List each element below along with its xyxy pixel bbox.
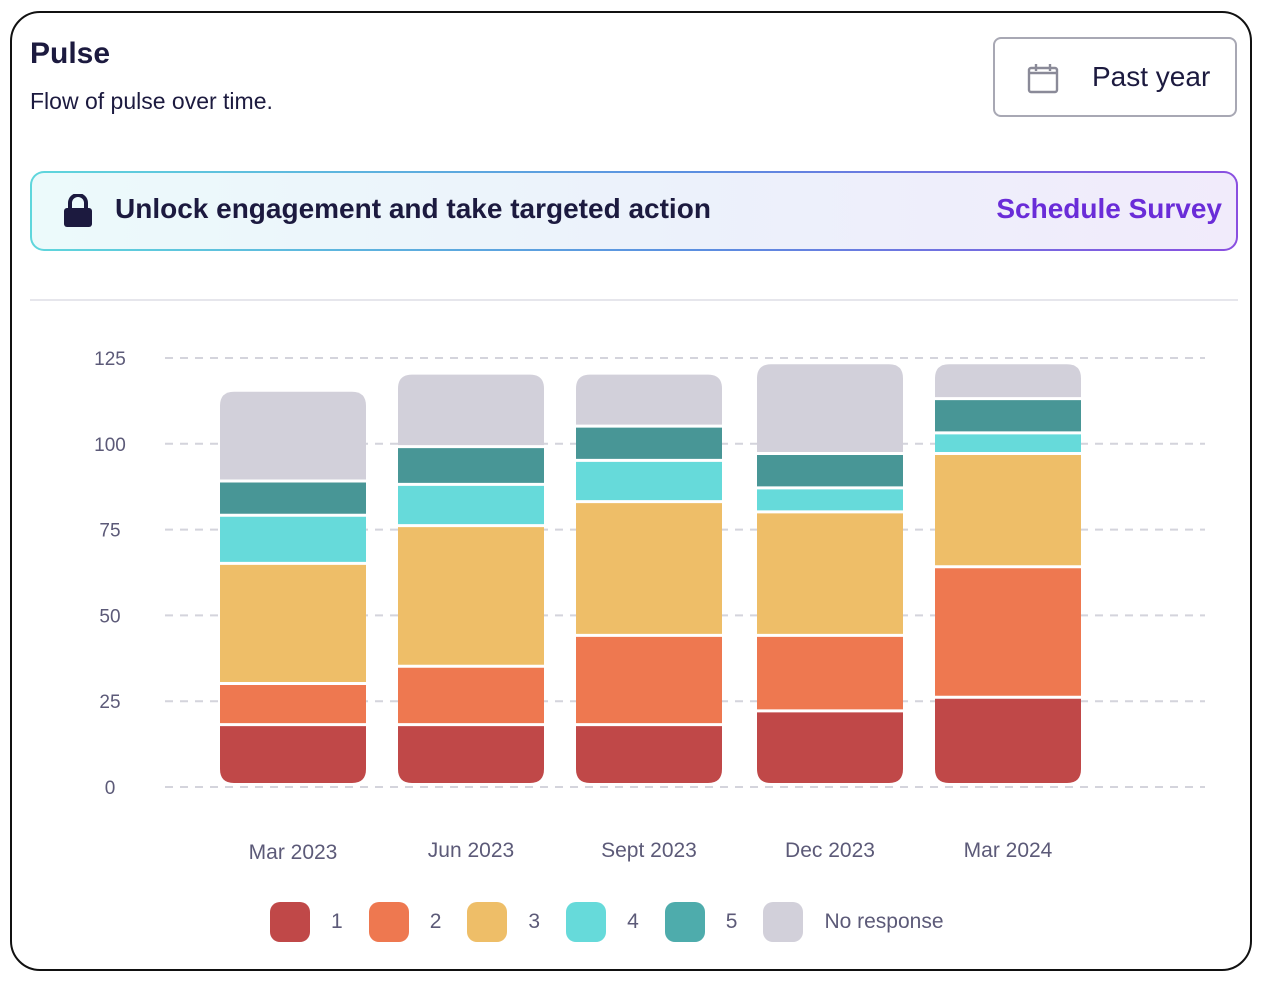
legend-label: 5 bbox=[726, 910, 738, 934]
bar-segment-2[interactable] bbox=[576, 637, 722, 723]
bar-segment-5[interactable] bbox=[220, 482, 366, 513]
y-tick-label: 125 bbox=[94, 349, 126, 370]
bar-segment-1[interactable] bbox=[220, 726, 366, 783]
bar-segment-5[interactable] bbox=[935, 400, 1081, 431]
bar-segment-4[interactable] bbox=[935, 434, 1081, 452]
bar-segment-3[interactable] bbox=[220, 565, 366, 682]
bar-segment-2[interactable] bbox=[220, 685, 366, 723]
bar-segment-2[interactable] bbox=[757, 637, 903, 710]
stacked-bar-chart: 0 25 50 75 100 125 Mar 2023 Jun 2023 Sept 2023 De… bbox=[0, 0, 1268, 900]
legend-item[interactable]: 2 bbox=[369, 902, 442, 942]
legend-label: No response bbox=[824, 910, 943, 934]
bar-stack[interactable] bbox=[398, 375, 544, 783]
bar-segment-3[interactable] bbox=[757, 513, 903, 634]
bar-segment-no-response[interactable] bbox=[757, 364, 903, 452]
legend-swatch bbox=[566, 902, 606, 942]
bar-stack[interactable] bbox=[220, 392, 366, 783]
legend-label: 2 bbox=[430, 910, 442, 934]
y-tick-label: 50 bbox=[99, 606, 120, 627]
chart-legend: 1 2 3 4 5 No response bbox=[270, 902, 970, 942]
bar-segment-2[interactable] bbox=[398, 668, 544, 723]
bar-stack[interactable] bbox=[576, 375, 722, 783]
legend-label: 3 bbox=[528, 910, 540, 934]
bar-segment-5[interactable] bbox=[576, 428, 722, 459]
y-tick-label: 25 bbox=[99, 692, 120, 713]
legend-label: 4 bbox=[627, 910, 639, 934]
bar-segment-4[interactable] bbox=[576, 462, 722, 500]
bar-segment-1[interactable] bbox=[757, 712, 903, 783]
y-tick-label: 75 bbox=[99, 521, 120, 542]
legend-item[interactable]: 4 bbox=[566, 902, 639, 942]
bar-segment-2[interactable] bbox=[935, 568, 1081, 695]
bar-segment-3[interactable] bbox=[935, 455, 1081, 565]
y-tick-label: 0 bbox=[105, 778, 116, 799]
bar-segment-no-response[interactable] bbox=[576, 375, 722, 425]
bar-stack[interactable] bbox=[757, 364, 903, 783]
bar-segment-1[interactable] bbox=[576, 726, 722, 783]
bar-segment-no-response[interactable] bbox=[220, 392, 366, 480]
bar-segment-1[interactable] bbox=[398, 726, 544, 783]
legend-item[interactable]: 3 bbox=[467, 902, 540, 942]
bar-segment-5[interactable] bbox=[398, 448, 544, 483]
x-tick-label: Jun 2023 bbox=[428, 839, 514, 862]
bar-stack[interactable] bbox=[935, 364, 1081, 783]
bar-segment-4[interactable] bbox=[757, 489, 903, 510]
legend-swatch bbox=[763, 902, 803, 942]
x-tick-label: Mar 2024 bbox=[964, 839, 1053, 862]
legend-swatch bbox=[467, 902, 507, 942]
bar-segment-no-response[interactable] bbox=[398, 375, 544, 446]
bar-segment-4[interactable] bbox=[220, 517, 366, 562]
bar-segment-3[interactable] bbox=[398, 527, 544, 665]
bar-segment-5[interactable] bbox=[757, 455, 903, 486]
bar-segment-1[interactable] bbox=[935, 699, 1081, 783]
x-tick-label: Mar 2023 bbox=[249, 841, 338, 864]
legend-swatch bbox=[369, 902, 409, 942]
bar-segment-no-response[interactable] bbox=[935, 364, 1081, 397]
legend-item[interactable]: 1 bbox=[270, 902, 343, 942]
bar-segment-3[interactable] bbox=[576, 503, 722, 634]
legend-swatch bbox=[665, 902, 705, 942]
legend-label: 1 bbox=[331, 910, 343, 934]
bar-segment-4[interactable] bbox=[398, 486, 544, 524]
legend-item[interactable]: 5 bbox=[665, 902, 738, 942]
y-tick-label: 100 bbox=[94, 435, 126, 456]
x-tick-label: Sept 2023 bbox=[601, 839, 697, 862]
legend-item[interactable]: No response bbox=[763, 902, 943, 942]
x-tick-label: Dec 2023 bbox=[785, 839, 875, 862]
legend-swatch bbox=[270, 902, 310, 942]
